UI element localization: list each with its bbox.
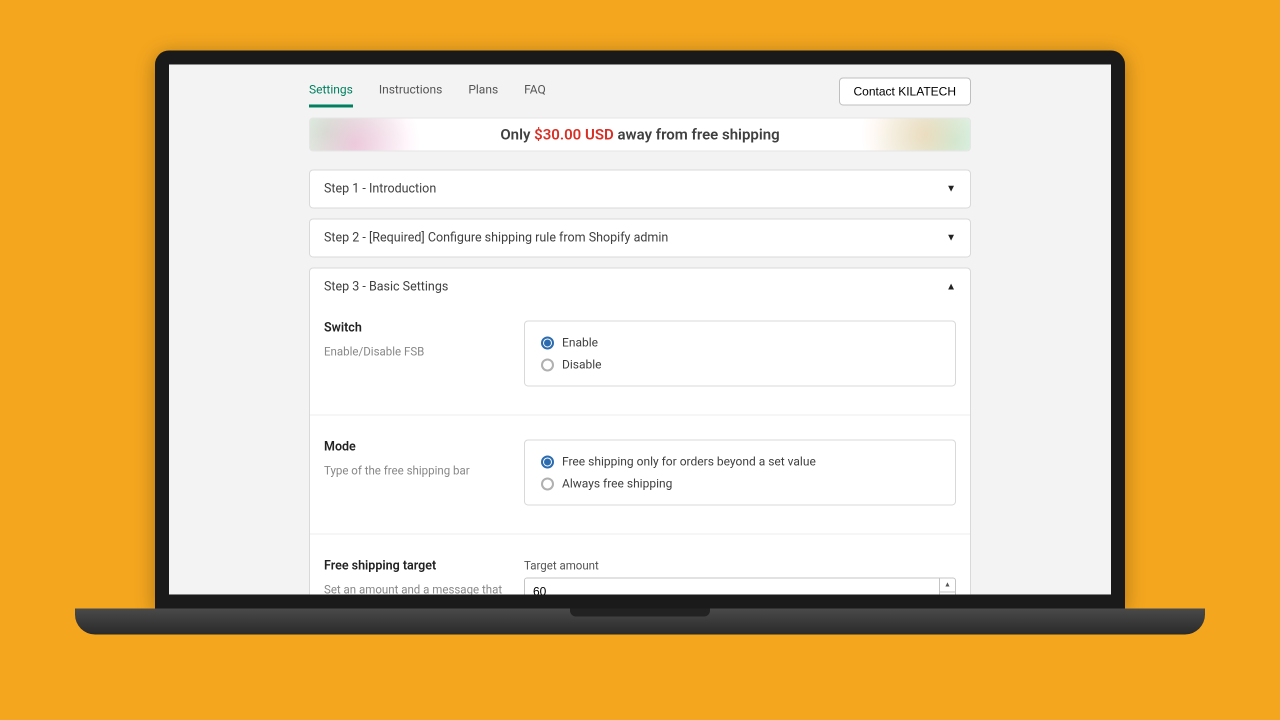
tab-faq[interactable]: FAQ (524, 74, 546, 107)
contact-button[interactable]: Contact KILATECH (839, 77, 971, 105)
switch-desc: Enable/Disable FSB (324, 343, 510, 359)
free-shipping-banner: Only $30.00 USD away from free shipping (309, 117, 971, 151)
switch-disable-label: Disable (562, 357, 602, 371)
laptop-base (75, 608, 1205, 634)
mode-always-label: Always free shipping (562, 476, 672, 490)
step-2-header[interactable]: Step 2 - [Required] Configure shipping r… (309, 218, 971, 257)
caret-down-icon: ▼ (946, 232, 956, 243)
tab-instructions[interactable]: Instructions (379, 74, 442, 107)
mode-beyond-label: Free shipping only for orders beyond a s… (562, 454, 816, 468)
radio-icon (541, 358, 554, 371)
radio-icon (541, 477, 554, 490)
switch-disable-option[interactable]: Disable (541, 357, 939, 371)
target-amount-label: Target amount (524, 558, 956, 572)
spinner-up-icon[interactable]: ▲ (940, 578, 955, 592)
step-2-title: Step 2 - [Required] Configure shipping r… (324, 230, 668, 245)
switch-enable-label: Enable (562, 335, 598, 349)
banner-amount: $30.00 USD (534, 125, 614, 143)
mode-beyond-option[interactable]: Free shipping only for orders beyond a s… (541, 454, 939, 468)
tab-plans[interactable]: Plans (468, 74, 498, 107)
spinner-down-icon[interactable]: ▼ (940, 592, 955, 595)
target-desc: Set an amount and a message that you wis… (324, 581, 510, 594)
step-1-header[interactable]: Step 1 - Introduction ▼ (309, 169, 971, 208)
nav-tabs: Settings Instructions Plans FAQ (309, 74, 546, 107)
switch-enable-option[interactable]: Enable (541, 335, 939, 349)
tab-settings[interactable]: Settings (309, 74, 353, 107)
radio-icon (541, 336, 554, 349)
mode-always-option[interactable]: Always free shipping (541, 476, 939, 490)
switch-title: Switch (324, 320, 510, 335)
target-amount-input[interactable] (525, 578, 939, 594)
radio-icon (541, 455, 554, 468)
mode-title: Mode (324, 439, 510, 454)
laptop-mockup: Settings Instructions Plans FAQ Contact … (155, 50, 1125, 634)
caret-down-icon: ▼ (946, 183, 956, 194)
mode-desc: Type of the free shipping bar (324, 462, 510, 478)
step-3-title: Step 3 - Basic Settings (324, 279, 448, 294)
banner-prefix: Only (500, 125, 534, 143)
step-1-title: Step 1 - Introduction (324, 181, 436, 196)
caret-up-icon: ▲ (946, 281, 956, 292)
step-3-panel: Switch Enable/Disable FSB Enable (309, 296, 971, 594)
banner-suffix: away from free shipping (614, 125, 780, 143)
target-title: Free shipping target (324, 558, 510, 573)
top-bar: Settings Instructions Plans FAQ Contact … (309, 74, 971, 107)
